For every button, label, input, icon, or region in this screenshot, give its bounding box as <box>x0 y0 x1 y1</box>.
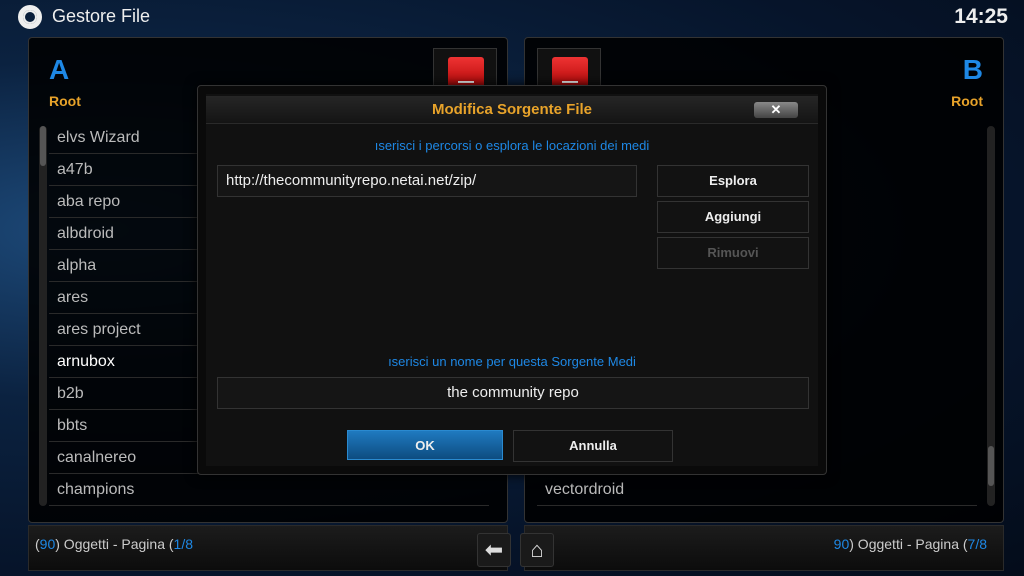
name-label: ıserisci un nome per questa Sorgente Med… <box>388 354 636 369</box>
dialog-title: Modifica Sorgente File <box>206 96 818 124</box>
home-button[interactable]: ⌂ <box>520 533 554 567</box>
page-number: 7/8 <box>967 536 987 552</box>
pane-path: Root <box>49 93 81 109</box>
remove-button[interactable]: Rimuovi <box>657 237 809 269</box>
close-button[interactable]: ✕ <box>754 102 798 118</box>
browse-button[interactable]: Esplora <box>657 165 809 197</box>
footer-label: ) Oggetti - Pagina ( <box>55 536 174 552</box>
app-title: Gestore File <box>52 6 151 26</box>
scrollbar[interactable] <box>39 126 47 506</box>
pane-letter: A <box>49 54 70 85</box>
ok-button[interactable]: OK <box>347 430 503 460</box>
home-icon: ⌂ <box>530 537 544 562</box>
source-name-input[interactable]: the community repo <box>217 377 809 409</box>
gear-icon <box>18 5 42 29</box>
pane-letter: B <box>962 54 983 85</box>
clock: 14:25 <box>954 5 1008 28</box>
right-footer: 90) Oggetti - Pagina (7/8 <box>524 525 1004 571</box>
list-item[interactable]: vectordroid <box>537 474 977 506</box>
top-bar: Gestore File 14:25 <box>0 0 1024 34</box>
path-label: ıserisci i percorsi o esplora le locazio… <box>374 138 650 153</box>
path-input[interactable]: http://thecommunityrepo.netai.net/zip/ <box>217 165 637 197</box>
pane-path: Root <box>951 93 983 109</box>
scrollbar[interactable] <box>987 126 995 506</box>
item-count: 90 <box>39 536 56 552</box>
close-icon: ✕ <box>770 102 782 117</box>
edit-source-dialog: Modifica Sorgente File ✕ ıserisci i perc… <box>197 85 827 475</box>
back-button[interactable]: ⬅ <box>477 533 511 567</box>
add-button[interactable]: Aggiungi <box>657 201 809 233</box>
footer-label: ) Oggetti - Pagina ( <box>849 536 968 552</box>
cancel-button[interactable]: Annulla <box>513 430 673 462</box>
page-number: 1/8 <box>173 536 193 552</box>
left-footer: (90) Oggetti - Pagina (1/8 <box>28 525 508 571</box>
item-count: 90 <box>833 536 850 552</box>
back-arrow-icon: ⬅ <box>484 537 504 562</box>
list-item[interactable]: champions <box>49 474 489 506</box>
